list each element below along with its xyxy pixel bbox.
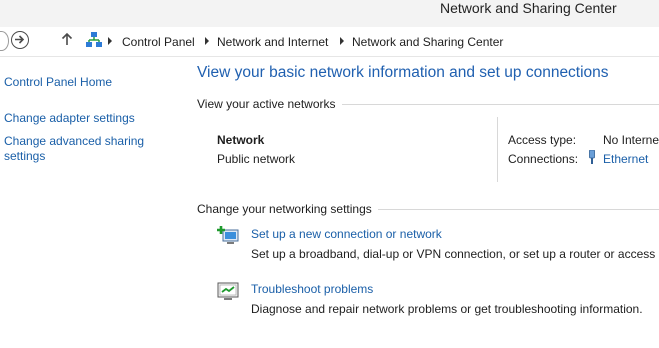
- connections-label: Connections:: [508, 152, 579, 166]
- sidebar-item-change-advanced-sharing-line2[interactable]: settings: [4, 149, 45, 164]
- network-name: Network: [217, 133, 265, 147]
- ethernet-connection-link[interactable]: Ethernet: [603, 152, 648, 166]
- title-bar: Network and Sharing Center: [0, 0, 659, 27]
- active-networks-title: View your active networks: [197, 97, 342, 111]
- address-bar[interactable]: Control Panel Network and Internet Netwo…: [83, 29, 659, 53]
- window-title: Network and Sharing Center: [440, 0, 617, 16]
- vertical-divider: [497, 117, 498, 182]
- forward-arrow-icon: [15, 35, 25, 44]
- troubleshoot-problems-description: Diagnose and repair network problems or …: [251, 302, 643, 316]
- forward-button[interactable]: [11, 31, 29, 49]
- setup-connection-description: Set up a broadband, dial-up or VPN conne…: [251, 247, 659, 261]
- sidebar-item-control-panel-home[interactable]: Control Panel Home: [4, 75, 112, 90]
- networking-settings-title: Change your networking settings: [197, 202, 378, 216]
- network-location-icon: [86, 32, 102, 47]
- chevron-right-icon[interactable]: [339, 37, 345, 45]
- page-title: View your basic network information and …: [197, 64, 609, 81]
- network-type: Public network: [217, 152, 296, 166]
- breadcrumb-control-panel[interactable]: Control Panel: [122, 35, 195, 49]
- breadcrumb-network-and-sharing-center[interactable]: Network and Sharing Center: [352, 35, 503, 49]
- setup-connection-link[interactable]: Set up a new connection or network: [251, 227, 442, 241]
- ethernet-icon: [589, 150, 595, 164]
- back-button[interactable]: [0, 31, 9, 51]
- sidebar-item-change-advanced-sharing[interactable]: Change advanced sharing: [4, 134, 144, 149]
- sidebar-item-change-adapter-settings[interactable]: Change adapter settings: [4, 111, 135, 126]
- access-type-value: No Interne: [603, 133, 659, 147]
- new-connection-icon: [217, 226, 239, 244]
- troubleshoot-icon: [217, 282, 239, 300]
- chevron-right-icon[interactable]: [107, 37, 113, 45]
- chevron-right-icon[interactable]: [204, 37, 210, 45]
- access-type-label: Access type:: [508, 133, 577, 147]
- up-button[interactable]: [61, 32, 73, 46]
- breadcrumb-network-and-internet[interactable]: Network and Internet: [217, 35, 328, 49]
- troubleshoot-problems-link[interactable]: Troubleshoot problems: [251, 282, 373, 296]
